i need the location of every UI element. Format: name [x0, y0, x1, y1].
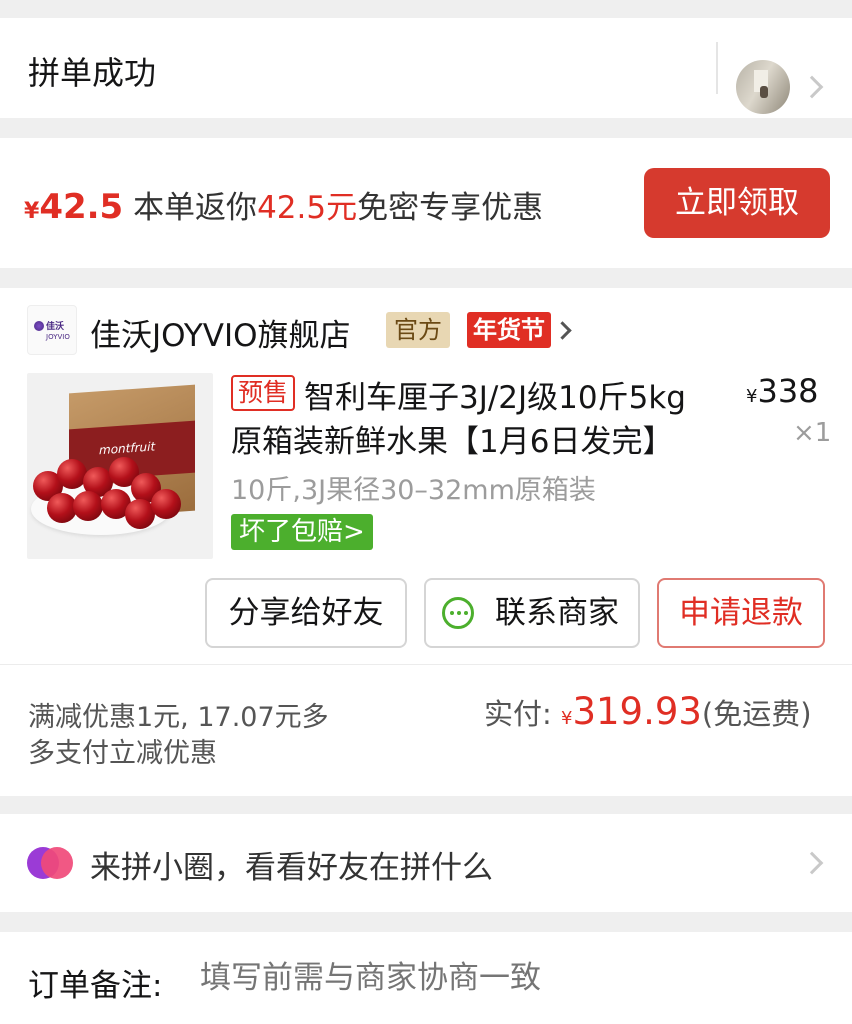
product-quantity: ×1 — [793, 418, 832, 448]
paid-label: 实付: — [484, 697, 552, 731]
product-image[interactable]: montfruit — [27, 373, 213, 559]
group-status-title: 拼单成功 — [28, 54, 157, 92]
contact-merchant-button[interactable]: 联系商家 — [424, 578, 640, 648]
coupon-currency: ¥ — [24, 199, 40, 224]
flower-icon — [34, 321, 44, 331]
group-status-bar[interactable]: 拼单成功 — [0, 18, 852, 118]
product-price: ¥338 — [746, 372, 819, 410]
store-logo[interactable]: 佳沃 JOYVIO — [27, 305, 77, 355]
friends-circle-entry[interactable]: 来拼小圈，看看好友在拼什么 — [0, 814, 852, 912]
shipping-note: (免运费) — [701, 697, 812, 731]
coupon-text-post: 免密专享优惠 — [357, 190, 544, 226]
presale-tag: 预售 — [231, 375, 296, 411]
festival-badge: 年货节 — [467, 312, 551, 348]
chat-icon — [442, 597, 474, 629]
price-value: 338 — [757, 372, 819, 410]
discount-note-line1: 满减优惠1元, 17.07元多 — [28, 702, 329, 733]
friends-circle-text: 来拼小圈，看看好友在拼什么 — [90, 850, 493, 886]
discount-note-line2: 多支付立减优惠 — [28, 738, 217, 769]
store-name[interactable]: 佳沃JOYVIO旗舰店 — [90, 310, 351, 355]
order-remark-row: 订单备注: — [0, 932, 852, 1024]
order-remark-input[interactable] — [200, 960, 800, 996]
divider — [0, 664, 852, 665]
official-badge: 官方 — [386, 312, 450, 348]
claim-now-button[interactable]: 立即领取 — [644, 168, 830, 238]
coupon-text-pre: 本单返你 — [133, 190, 258, 226]
product-spec: 10斤,3J果径30–32mm原箱装 — [231, 475, 596, 506]
coupon-text-amount: 42.5元 — [257, 190, 358, 226]
amount-paid: 实付: ¥319.93(免运费) — [484, 690, 812, 733]
product-title-line2[interactable]: 原箱装新鲜水果【1月6日发完】 — [231, 416, 673, 461]
chevron-right-icon[interactable] — [800, 75, 824, 99]
store-logo-cn: 佳沃 — [46, 322, 65, 332]
store-logo-en: JOYVIO — [46, 333, 70, 341]
order-card: 佳沃 JOYVIO 佳沃JOYVIO旗舰店 官方 年货节 montfruit 预… — [0, 288, 852, 796]
share-to-friend-button[interactable]: 分享给好友 — [205, 578, 407, 648]
chevron-right-icon[interactable] — [800, 851, 824, 875]
contact-merchant-label: 联系商家 — [495, 595, 619, 631]
request-refund-button[interactable]: 申请退款 — [657, 578, 825, 648]
coupon-text: ¥42.5 本单返你42.5元免密专享优惠 — [24, 182, 543, 227]
chevron-right-icon[interactable] — [553, 321, 572, 340]
divider — [716, 42, 718, 94]
coupon-amount: 42.5 — [39, 187, 124, 227]
paid-amount: 319.93 — [572, 690, 702, 733]
order-remark-label: 订单备注: — [28, 968, 163, 1004]
damage-guarantee-tag[interactable]: 坏了包赔> — [231, 514, 373, 550]
cashback-coupon-bar: ¥42.5 本单返你42.5元免密专享优惠 立即领取 — [0, 138, 852, 268]
circle-logo-icon — [27, 847, 73, 879]
avatar[interactable] — [736, 60, 790, 114]
product-title-line1[interactable]: 智利车厘子3J/2J级10斤5kg — [304, 372, 686, 417]
paid-currency: ¥ — [561, 708, 573, 729]
price-currency: ¥ — [746, 386, 758, 407]
